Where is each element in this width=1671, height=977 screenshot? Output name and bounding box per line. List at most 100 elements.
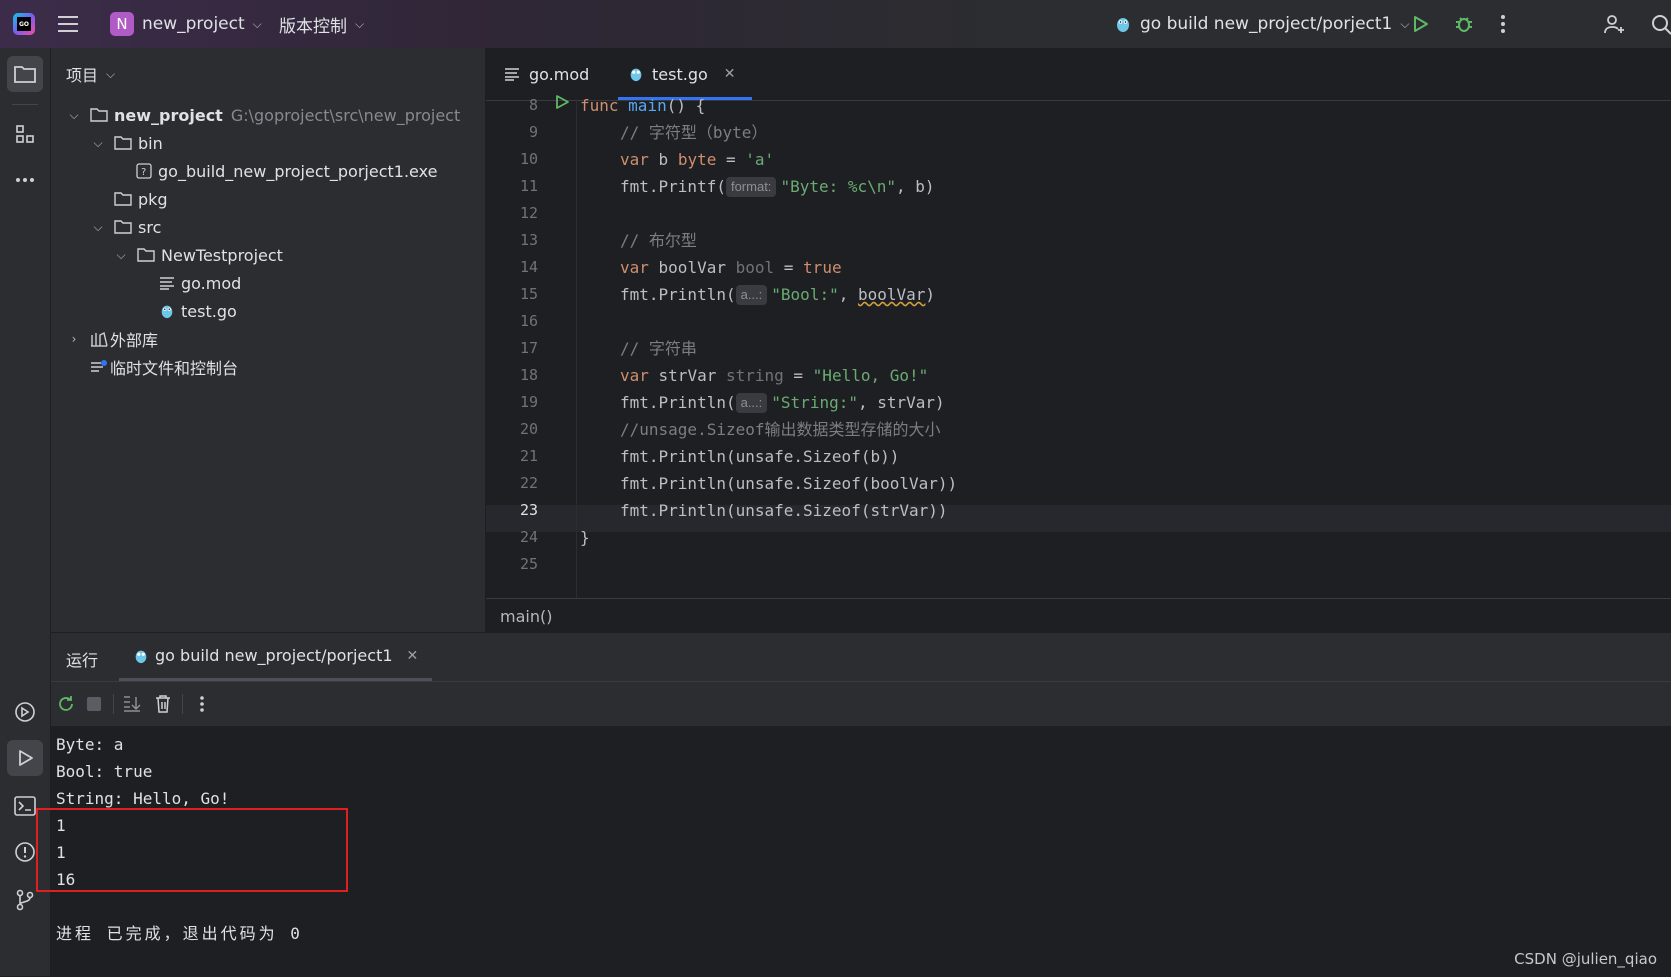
project-switcher[interactable]: N new_project ⌵ [110,0,262,48]
play-icon [1414,16,1428,32]
line-number: 12 [519,204,538,222]
tree-item-pkg[interactable]: pkg [114,185,168,213]
keyword: true [803,258,842,277]
code-line-15[interactable]: fmt.Println(a...: "Bool:", boolVar) [620,281,935,308]
stop-button[interactable] [81,691,107,717]
tree-item-label: go_build_new_project_porject1.exe [158,161,438,181]
code-line-19[interactable]: fmt.Println(a...: "String:", strVar) [620,389,945,416]
tree-item-scratches[interactable]: 临时文件和控制台 [90,353,238,381]
run-button[interactable] [1410,0,1430,48]
structure-icon [16,125,34,143]
code-text: () { [666,96,706,115]
chevron-down-icon: ⌵ [93,135,103,150]
gopher-icon [161,305,173,319]
clear-console-button[interactable] [150,691,176,717]
code-line-20[interactable]: //unsage.Sizeof输出数据类型存储的大小 [620,416,941,443]
run-gutter-icon[interactable] [554,94,570,110]
chevron-down-icon: ⌵ [355,16,365,31]
project-tool-button[interactable] [7,56,43,92]
gopher-icon [1117,18,1129,32]
tree-item-test-go[interactable]: test.go [159,297,237,325]
run-toolbar [51,682,1671,726]
tree-item-exe[interactable]: ? go_build_new_project_porject1.exe [136,157,437,185]
divider [12,104,38,105]
goland-logo-icon[interactable]: GO [12,0,36,48]
run-tool-button[interactable] [7,740,43,776]
string-literal: "Bool:" [771,285,839,304]
run-config-selector[interactable]: go build new_project/porject1 ⌵ [1114,0,1409,48]
folder-icon [137,248,155,262]
code-line-17[interactable]: // 字符串 [620,335,697,362]
tree-item-bin[interactable]: ⌵ bin [90,129,162,157]
tree-item-label: NewTestproject [161,245,283,265]
debug-button[interactable] [1453,0,1475,48]
chevron-down-icon: ⌵ [69,107,79,122]
vcs-label: 版本控制 [279,16,347,37]
tab-label: test.go [652,64,708,84]
code-text: strVar [648,366,726,385]
close-icon[interactable]: ✕ [724,66,736,82]
code-with-me-button[interactable] [1602,0,1626,48]
code-line-8[interactable]: func main() { [580,92,705,119]
code-text: fmt.Println( [620,285,736,304]
structure-tool-button[interactable] [7,116,43,152]
rerun-button[interactable] [53,691,79,717]
tree-item-external-libraries[interactable]: › 外部库 [66,325,158,353]
services-tool-button[interactable] [7,694,43,730]
console-line: Byte: a [56,735,124,754]
code-line-13[interactable]: // 布尔型 [620,227,697,254]
run-panel-header: 运行 go build new_project/porject1 ✕ [51,633,1671,682]
tree-item-label: 外部库 [110,331,159,350]
code-line-9[interactable]: // 字符型（byte） [620,119,767,146]
close-icon[interactable]: ✕ [407,648,419,664]
svg-text:?: ? [141,167,146,178]
string-literal: 'a' [745,150,775,169]
comment: //unsage.Sizeof输出数据类型存储的大小 [620,420,941,439]
scroll-to-end-button[interactable] [119,691,145,717]
breadcrumb[interactable]: main() [500,607,552,626]
tree-item-label: src [138,217,162,237]
type-name: string [725,366,784,385]
code-line-18[interactable]: var strVar string = "Hello, Go!" [620,362,928,389]
code-text: b [648,150,678,169]
parameter-hint: a...: [735,285,768,305]
tree-item-label: 临时文件和控制台 [110,359,239,378]
tree-item-new-project[interactable]: ⌵ new_project G:\goproject\src\new_proje… [66,101,460,129]
vcs-menu[interactable]: 版本控制 ⌵ [279,0,364,48]
library-icon [91,331,108,347]
more-tools-button[interactable] [7,162,43,198]
line-number: 8 [528,96,538,114]
divider [182,694,183,714]
more-actions-button[interactable] [1500,0,1506,48]
code-text: , [838,285,858,304]
tree-item-path: G:\goproject\src\new_project [230,105,461,125]
tree-item-newtestproject[interactable]: ⌵ NewTestproject [113,241,283,269]
tree-item-src[interactable]: ⌵ src [90,213,161,241]
main-menu-button[interactable] [58,0,80,48]
project-panel-header[interactable]: 项目 ⌵ [66,62,115,86]
code-text: fmt.Println(unsafe.Sizeof(boolVar)) [620,474,958,493]
code-text: boolVar [857,285,926,304]
watermark: CSDN @julien_qiao [1514,950,1657,968]
tree-item-label: new_project [114,105,223,125]
string-literal: "Byte: %c\n" [780,177,897,196]
tree-item-label: pkg [138,189,168,209]
code-line-24[interactable]: } [580,524,590,551]
code-line-23[interactable]: fmt.Println(unsafe.Sizeof(strVar)) [620,497,948,524]
code-text: fmt.Println( [620,393,736,412]
code-line-11[interactable]: fmt.Printf(format: "Byte: %c\n", b) [620,173,935,200]
tree-item-go-mod[interactable]: go.mod [159,269,241,297]
code-line-10[interactable]: var b byte = 'a' [620,146,774,173]
line-number: 14 [519,258,538,276]
run-tab[interactable]: go build new_project/porject1 ✕ [119,633,433,681]
code-line-14[interactable]: var boolVar bool = true [620,254,842,281]
tree-item-label: go.mod [181,273,242,293]
search-button[interactable] [1650,0,1671,48]
bug-icon [1456,17,1472,32]
code-line-21[interactable]: fmt.Println(unsafe.Sizeof(b)) [620,443,899,470]
code-line-22[interactable]: fmt.Println(unsafe.Sizeof(boolVar)) [620,470,957,497]
code-text: boolVar [648,258,736,277]
line-number-current: 23 [519,501,538,519]
more-options-button[interactable] [189,691,215,717]
keyword: var [620,258,649,277]
